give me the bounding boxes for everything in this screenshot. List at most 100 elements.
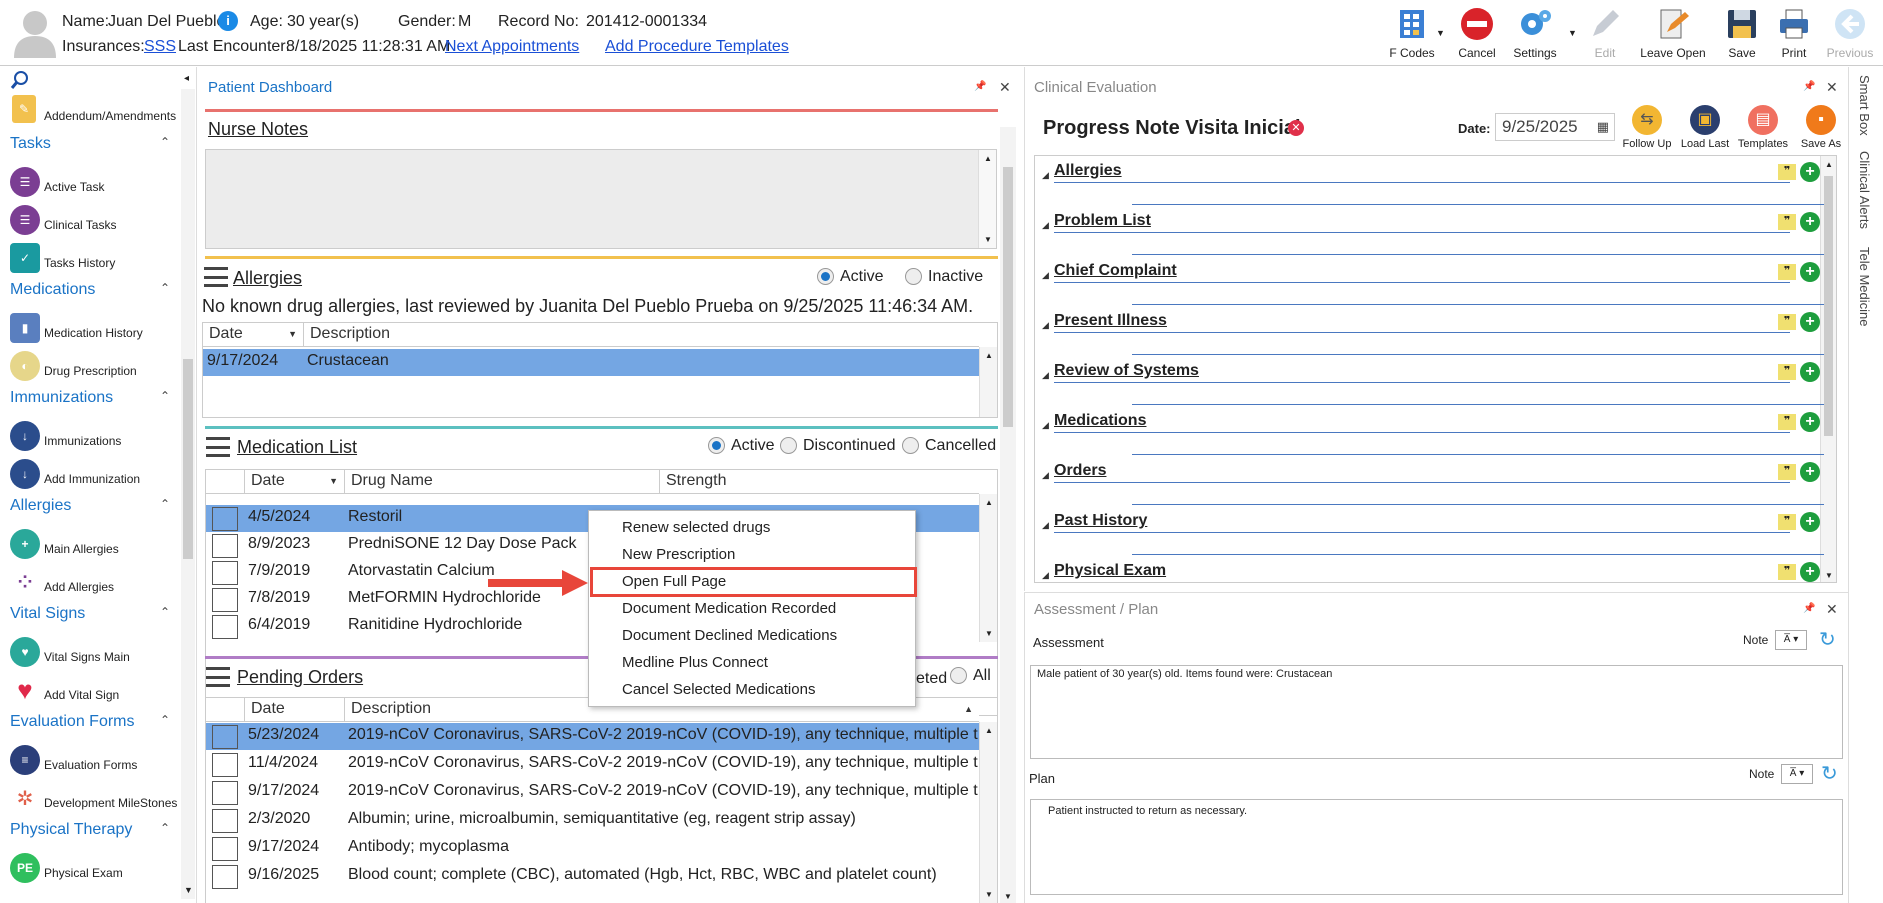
sidebar-section-physical-therapy[interactable]: Physical Therapy ⌃ [10, 821, 180, 839]
row-checkbox[interactable] [212, 865, 238, 889]
sidebar-item-add-vital-sign[interactable]: ♥ Add Vital Sign [0, 675, 185, 713]
orders-completed-radio[interactable]: eted [916, 670, 947, 688]
row-checkbox[interactable] [212, 561, 238, 585]
table-row[interactable]: 9/17/2024 2019-nCoV Coronavirus, SARS-CoV… [206, 779, 980, 806]
templates-button[interactable]: ▤ Templates [1735, 105, 1791, 150]
edit-button[interactable]: Edit [1580, 6, 1630, 60]
pin-icon[interactable]: 📌 [1803, 81, 1815, 92]
settings-button[interactable]: Settings [1505, 6, 1565, 60]
row-checkbox[interactable] [212, 753, 238, 777]
section-allergies[interactable]: ◢ Allergies ❞ + [1042, 160, 1824, 210]
menu-icon[interactable] [206, 437, 230, 457]
sidebar-item-immunizations[interactable]: ↓ Immunizations [0, 421, 185, 459]
collapse-sidebar-icon[interactable]: ◂ [184, 73, 189, 84]
table-row[interactable]: 9/17/2024 Antibody; mycoplasma [206, 835, 979, 862]
sidebar-section-immunizations[interactable]: Immunizations ⌃ [10, 389, 180, 407]
save-as-button[interactable]: ▪ Save As [1793, 105, 1849, 150]
section-present-illness[interactable]: ◢ Present Illness ❞ + [1042, 310, 1824, 360]
tab-clinical-alerts[interactable]: Clinical Alerts [1857, 151, 1872, 229]
expand-icon[interactable]: ◢ [1042, 170, 1049, 181]
table-row[interactable]: 9/16/2025 Blood count; complete (CBC), au… [206, 863, 979, 890]
menu-item-medline-plus-connect[interactable]: Medline Plus Connect [622, 654, 768, 671]
leave-open-button[interactable]: Leave Open [1634, 6, 1712, 60]
table-row[interactable]: 11/4/2024 2019-nCoV Coronavirus, SARS-CoV… [206, 751, 980, 778]
expand-icon[interactable]: ◢ [1042, 470, 1049, 481]
section-medications[interactable]: ◢ Medications ❞ + [1042, 410, 1824, 460]
f-codes-dropdown-icon[interactable]: ▼ [1436, 28, 1445, 38]
row-checkbox[interactable] [212, 781, 238, 805]
sidebar-item-development-milestones[interactable]: ✲ Development MileStones [0, 783, 185, 821]
add-icon[interactable]: + [1800, 162, 1820, 182]
col-header-description[interactable]: Description [303, 323, 979, 347]
cancel-button[interactable]: Cancel [1450, 6, 1504, 60]
sidebar-section-tasks[interactable]: Tasks ⌃ [10, 135, 180, 153]
col-header-strength[interactable]: Strength [659, 470, 979, 494]
quote-icon[interactable]: ❞ [1778, 414, 1796, 430]
col-header-drug-name[interactable]: Drug Name [344, 470, 659, 494]
row-checkbox[interactable] [212, 837, 238, 861]
sidebar-item-add-allergies[interactable]: ⁘ Add Allergies [0, 567, 185, 605]
quote-icon[interactable]: ❞ [1778, 514, 1796, 530]
load-last-button[interactable]: ▣ Load Last [1677, 105, 1733, 150]
previous-button[interactable]: Previous [1820, 6, 1880, 60]
close-icon[interactable]: ✕ [999, 79, 1011, 96]
tab-tele-medicine[interactable]: Tele Medicine [1857, 247, 1872, 327]
sidebar-item-medication-history[interactable]: ▮ Medication History [0, 313, 185, 351]
expand-icon[interactable]: ◢ [1042, 570, 1049, 581]
col-header-date[interactable]: Date ▼ [244, 470, 344, 494]
next-appointments-link[interactable]: Next Appointments [445, 38, 579, 56]
pin-icon[interactable]: 📌 [1803, 603, 1815, 614]
nurse-notes-textarea[interactable]: ▲ ▼ [205, 149, 997, 249]
settings-dropdown-icon[interactable]: ▼ [1568, 28, 1577, 38]
orders-all-radio[interactable]: All [950, 667, 991, 685]
remove-note-icon[interactable]: ✕ [1288, 120, 1304, 136]
allergies-active-radio[interactable]: Active [817, 268, 884, 286]
menu-icon[interactable] [204, 267, 228, 287]
scrollbar[interactable]: ▲ [979, 347, 997, 417]
tab-smart-box[interactable]: Smart Box [1857, 75, 1872, 136]
date-input[interactable]: 9/25/2025 ▦ [1495, 113, 1615, 141]
sidebar-item-addendum[interactable]: ✎ Addendum/Amendments [0, 95, 185, 133]
scrollbar[interactable]: ▲ ▼ [979, 494, 997, 642]
allergies-inactive-radio[interactable]: Inactive [905, 268, 983, 286]
meds-discontinued-radio[interactable]: Discontinued [780, 437, 896, 455]
add-icon[interactable]: + [1800, 262, 1820, 282]
assessment-textarea[interactable]: Male patient of 30 year(s) old. Items fo… [1030, 665, 1843, 759]
sidebar-item-drug-prescription[interactable]: ◐ Drug Prescription [0, 351, 185, 389]
sidebar-item-main-allergies[interactable]: + Main Allergies [0, 529, 185, 567]
insurance-link[interactable]: SSS [144, 38, 176, 56]
row-checkbox[interactable] [212, 615, 238, 639]
expand-icon[interactable]: ◢ [1042, 320, 1049, 331]
table-row[interactable]: 9/17/2024 Crustacean [203, 349, 979, 376]
expand-icon[interactable]: ◢ [1042, 270, 1049, 281]
scrollbar[interactable]: ▲ ▼ [979, 722, 997, 903]
col-header-date[interactable]: Date [244, 698, 344, 722]
expand-icon[interactable]: ◢ [1042, 370, 1049, 381]
sidebar-section-vital-signs[interactable]: Vital Signs ⌃ [10, 605, 180, 623]
plan-textarea[interactable]: Patient instructed to return as necessar… [1030, 799, 1843, 895]
info-icon[interactable]: i [218, 11, 238, 31]
expand-icon[interactable]: ◢ [1042, 520, 1049, 531]
close-icon[interactable]: ✕ [1826, 601, 1838, 618]
section-problem-list[interactable]: ◢ Problem List ❞ + [1042, 210, 1824, 260]
section-physical-exam[interactable]: ◢ Physical Exam ❞ + [1042, 560, 1824, 582]
quote-icon[interactable]: ❞ [1778, 314, 1796, 330]
expand-icon[interactable]: ◢ [1042, 220, 1049, 231]
add-procedure-templates-link[interactable]: Add Procedure Templates [605, 38, 789, 56]
row-checkbox[interactable] [212, 809, 238, 833]
dashboard-scrollbar[interactable]: ▼ [1000, 127, 1016, 903]
quote-icon[interactable]: ❞ [1778, 464, 1796, 480]
pin-icon[interactable]: 📌 [974, 81, 986, 92]
section-review-of-systems[interactable]: ◢ Review of Systems ❞ + [1042, 360, 1824, 410]
meds-cancelled-radio[interactable]: Cancelled [902, 437, 996, 455]
row-checkbox[interactable] [212, 534, 238, 558]
menu-icon[interactable] [206, 667, 230, 687]
add-icon[interactable]: + [1800, 512, 1820, 532]
sidebar-section-allergies[interactable]: Allergies ⌃ [10, 497, 180, 515]
sidebar-section-medications[interactable]: Medications ⌃ [10, 281, 180, 299]
add-icon[interactable]: + [1800, 212, 1820, 232]
add-icon[interactable]: + [1800, 412, 1820, 432]
refresh-icon[interactable]: ↻ [1819, 627, 1836, 652]
menu-item-document-declined-medications[interactable]: Document Declined Medications [622, 627, 837, 644]
save-button[interactable]: Save [1720, 6, 1764, 60]
